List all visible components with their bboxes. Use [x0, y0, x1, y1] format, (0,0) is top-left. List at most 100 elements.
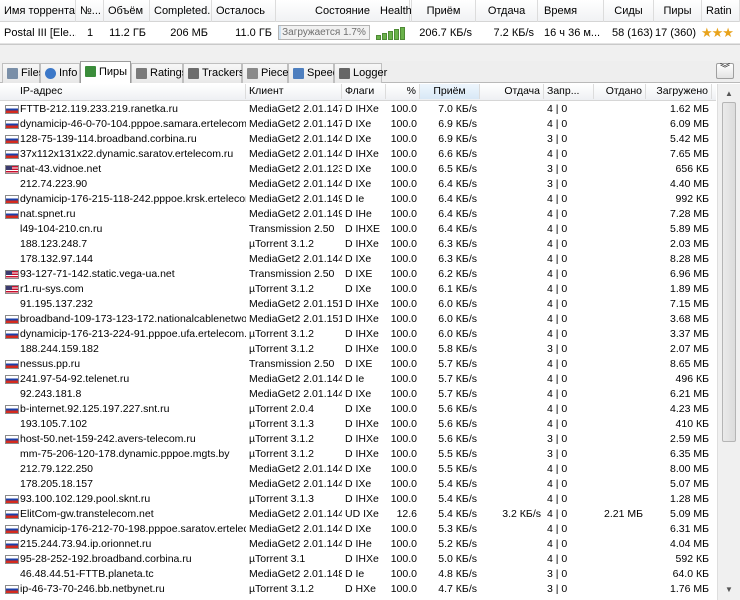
column-header-completed[interactable]: Completed...	[150, 0, 212, 22]
peer-row[interactable]: nat-43.vidnoe.net MediaGet2 2.01.1234 D IX…	[0, 162, 716, 177]
tabs-menu-button[interactable]: ︾	[716, 63, 734, 79]
peer-row[interactable]: dynamicip-176-215-118-242.pppoe.krsk.ert…	[0, 192, 716, 207]
vertical-scrollbar[interactable]: ▲ ▼	[717, 84, 740, 600]
column-header-client[interactable]: Клиент	[246, 84, 342, 99]
peer-client: µTorrent 3.1.3	[249, 493, 314, 505]
peer-row[interactable]: 92.243.181.8 MediaGet2 2.01.1445 D IXe 100.…	[0, 387, 716, 402]
peer-flags: D HXe	[345, 583, 376, 595]
peer-row[interactable]: nat.spnet.ru MediaGet2 2.01.1498 D IHe 100.…	[0, 207, 716, 222]
column-header-rating[interactable]: Ratin	[702, 0, 740, 22]
column-header-number[interactable]: №...	[76, 0, 104, 22]
peer-row[interactable]: ElitCom-gw.transtelecom.net MediaGet2 2.0…	[0, 507, 716, 522]
peer-upload	[480, 447, 544, 462]
column-header-upload[interactable]: Отдача	[476, 0, 538, 22]
peer-row[interactable]: l49-104-210.cn.ru Transmission 2.50 D IHXE…	[0, 222, 716, 237]
pane-splitter[interactable]	[0, 44, 740, 61]
peer-flags: D IHXe	[345, 328, 379, 340]
peer-client: MediaGet2 2.01.1234	[249, 163, 342, 175]
column-header-size[interactable]: Объём	[104, 0, 150, 22]
column-header-peers[interactable]: Пиры	[654, 0, 702, 22]
peer-row[interactable]: mm-75-206-120-178.dynamic.pppoe.mgts.by µ…	[0, 447, 716, 462]
scrollbar-thumb[interactable]	[722, 102, 736, 442]
column-header-ip-address[interactable]: IP-адрес	[0, 84, 246, 99]
peer-row[interactable]: ip-46-73-70-246.bb.netbynet.ru µTorrent 3…	[0, 582, 716, 597]
peer-row[interactable]: dynamicip-176-213-224-91.pppoe.ufa.ertel…	[0, 327, 716, 342]
peer-row[interactable]: 93-127-71-142.static.vega-ua.net Transmis…	[0, 267, 716, 282]
column-header-upload[interactable]: Отдача	[480, 84, 544, 99]
column-header-flags[interactable]: Флаги	[342, 84, 386, 99]
files-icon	[7, 68, 18, 79]
peer-row[interactable]: 178.205.18.157 MediaGet2 2.01.1445 D IXe 10…	[0, 477, 716, 492]
peer-upload	[480, 102, 544, 117]
peer-client: MediaGet2 2.01.1445	[249, 523, 342, 535]
peer-flags: D IHXe	[345, 103, 379, 115]
tab-logger[interactable]: Logger	[334, 63, 387, 83]
scroll-up-icon[interactable]: ▲	[721, 86, 737, 102]
peer-row[interactable]: broadband-109-173-123-172.nationalcablen…	[0, 312, 716, 327]
column-header-requests[interactable]: Запр...	[544, 84, 594, 99]
peer-row[interactable]: r1.ru-sys.com µTorrent 3.1.2 D IXe 100.0 6.1…	[0, 282, 716, 297]
peer-row[interactable]: 188.123.248.7 µTorrent 3.1.2 D IHXe 100.0 6.…	[0, 237, 716, 252]
tab-speed[interactable]: Speed	[288, 63, 339, 83]
peer-uploaded	[594, 282, 646, 297]
column-header-download[interactable]: Приём	[420, 84, 480, 99]
peer-row[interactable]: dynamicip-46-0-70-104.pppoe.samara.ertel…	[0, 117, 716, 132]
column-header-name[interactable]: Имя торрента	[0, 0, 76, 22]
tab-files[interactable]: Files	[2, 63, 44, 83]
tab-info[interactable]: Info	[40, 63, 80, 83]
peer-downloaded: 5.09 МБ	[670, 508, 709, 520]
health-bar	[400, 27, 405, 40]
peer-row[interactable]: 212.79.122.250 MediaGet2 2.01.1445 D IXe 10…	[0, 462, 716, 477]
tab-пиры[interactable]: Пиры	[80, 61, 131, 83]
scroll-down-icon[interactable]: ▼	[721, 582, 737, 598]
health-bar	[388, 31, 393, 40]
peer-row[interactable]: 46.48.44.51-FTTB.planeta.tc MediaGet2 2.0…	[0, 567, 716, 582]
peer-row[interactable]: 37x112x131x22.dynamic.saratov.ertelecom.…	[0, 147, 716, 162]
peer-percent: 100.0	[390, 433, 417, 445]
peer-client: Transmission 2.50	[249, 268, 335, 280]
peer-upload	[480, 312, 544, 327]
peer-upload	[480, 117, 544, 132]
peer-row[interactable]: 188.244.159.182 µTorrent 3.1.2 D IHXe 100.0…	[0, 342, 716, 357]
tab-pieces[interactable]: Pieces	[242, 63, 294, 83]
peer-row[interactable]: 193.105.7.102 µTorrent 3.1.3 D IHXe 100.0 5.…	[0, 417, 716, 432]
column-header-remaining[interactable]: Осталось	[212, 0, 276, 22]
peer-row[interactable]: FTTB-212.119.233.219.ranetka.ru MediaGet2…	[0, 102, 716, 117]
torrent-remaining: 11.0 ГБ	[235, 27, 272, 39]
tab-trackers[interactable]: Trackers	[183, 63, 244, 83]
peer-upload	[480, 417, 544, 432]
peer-row[interactable]: 215.244.73.94.ip.orionnet.ru MediaGet2 2.…	[0, 537, 716, 552]
peer-uploaded	[594, 222, 646, 237]
peer-row[interactable]: 178.132.97.144 MediaGet2 2.01.1445 D IXe 10…	[0, 252, 716, 267]
peer-flags: D Ie	[345, 373, 365, 385]
tab-ratings[interactable]: Ratings	[131, 63, 187, 83]
column-header-percent[interactable]: %	[386, 84, 420, 99]
peer-row[interactable]: dynamicip-176-212-70-198.pppoe.saratov.e…	[0, 522, 716, 537]
column-header-download[interactable]: Приём	[412, 0, 476, 22]
peer-row[interactable]: 91.195.137.232 MediaGet2 2.01.1512 D IHXe 1…	[0, 297, 716, 312]
peer-upload	[480, 552, 544, 567]
column-header-time[interactable]: Время	[540, 0, 604, 22]
peer-downloaded: 496 КБ	[675, 373, 709, 385]
peer-requests: 4 | 0	[547, 388, 568, 400]
column-header-downloaded[interactable]: Загружено	[646, 84, 712, 99]
peer-client: MediaGet2 2.01.1512	[249, 298, 342, 310]
peer-row[interactable]: 241.97-54-92.telenet.ru MediaGet2 2.01.14…	[0, 372, 716, 387]
peers-table: IP-адрес Клиент Флаги% Приём Отдача Запр... От…	[0, 84, 740, 600]
peer-uploaded	[594, 297, 646, 312]
peer-row[interactable]: 128-75-139-114.broadband.corbina.ru Media…	[0, 132, 716, 147]
peer-row[interactable]: 95-28-252-192.broadband.corbina.ru µTorre…	[0, 552, 716, 567]
peer-row[interactable]: 212.74.223.90 MediaGet2 2.01.1445 D IXe 100…	[0, 177, 716, 192]
peer-percent: 100.0	[390, 463, 417, 475]
torrent-row[interactable]: Postal III [Ele... 1 11.2 ГБ 206 МБ 11.0…	[0, 22, 740, 44]
column-header-health[interactable]: Health	[376, 0, 412, 22]
column-header-uploaded[interactable]: Отдано	[594, 84, 646, 99]
peer-row[interactable]: nessus.pp.ru Transmission 2.50 D IXE 100.0 5…	[0, 357, 716, 372]
peer-row[interactable]: 93.100.102.129.pool.sknt.ru µTorrent 3.1.…	[0, 492, 716, 507]
rating-stars: ★★★	[701, 25, 734, 40]
column-header-seeds[interactable]: Сиды	[604, 0, 654, 22]
peer-row[interactable]: b-internet.92.125.197.227.snt.ru µTorrent…	[0, 402, 716, 417]
peer-uploaded	[594, 537, 646, 552]
torrent-time: 16 ч 36 м...	[544, 27, 601, 39]
peer-row[interactable]: host-50.net-159-242.avers-telecom.ru µTor…	[0, 432, 716, 447]
